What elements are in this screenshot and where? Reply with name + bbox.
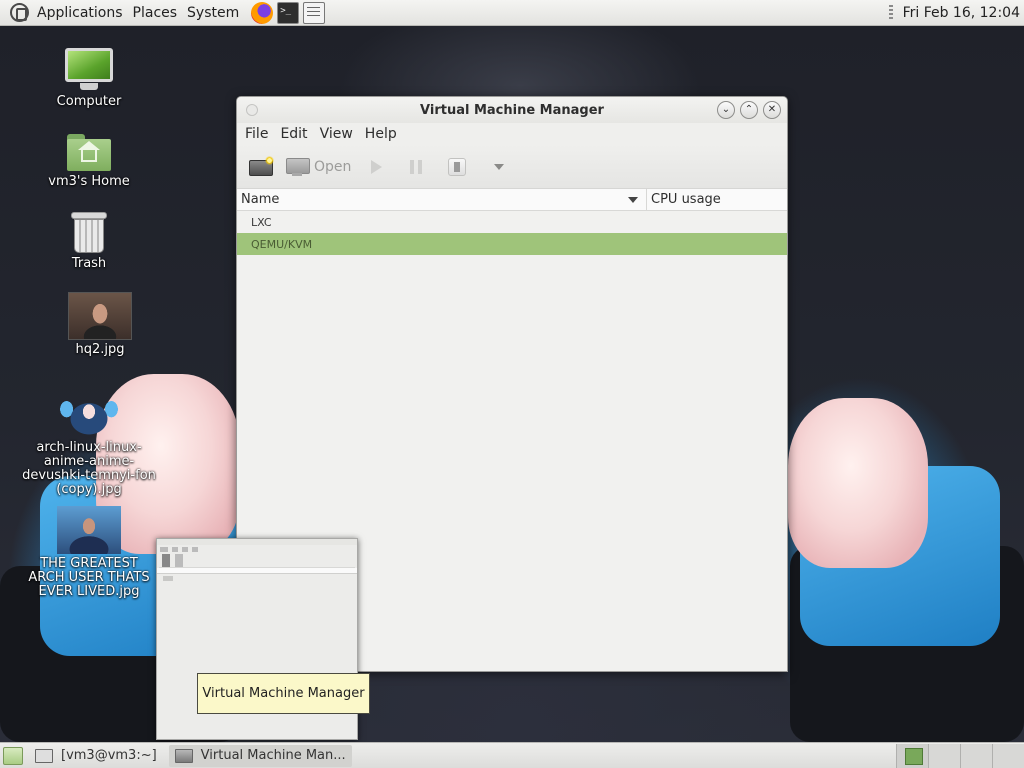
wallpaper-hand-right — [788, 398, 928, 568]
main-menu: Applications Places System — [0, 0, 249, 26]
taskbar-item-terminal[interactable]: [vm3@vm3:~] — [29, 745, 163, 767]
desktop-icon-home[interactable]: vm3's Home — [44, 132, 134, 189]
computer-icon — [65, 48, 113, 92]
places-menu[interactable]: Places — [128, 5, 183, 21]
monitor-icon — [286, 157, 310, 177]
list-item-qemu-kvm[interactable]: QEMU/KVM — [237, 233, 787, 255]
connection-name: QEMU/KVM — [251, 237, 313, 251]
new-vm-icon — [248, 155, 274, 178]
toolbar: Open — [237, 145, 787, 189]
taskbar-tooltip: Virtual Machine Manager — [197, 673, 370, 714]
bottom-panel: [vm3@vm3:~] Virtual Machine Man... — [0, 742, 1024, 768]
pause-icon — [410, 159, 423, 174]
minimize-icon[interactable]: ⌄ — [717, 101, 735, 119]
shutdown-button[interactable] — [439, 152, 475, 182]
terminal-launcher-icon[interactable] — [277, 1, 300, 24]
desktop-icon-anime-wallpaper[interactable]: arch-linux-linux-anime-anime-devushki-te… — [22, 390, 156, 497]
taskbar-item-label: [vm3@vm3:~] — [61, 748, 157, 763]
power-icon — [448, 157, 467, 176]
run-button[interactable] — [360, 152, 393, 182]
menu-help[interactable]: Help — [359, 126, 403, 142]
desktop-icon-label: hq2.jpg — [75, 342, 125, 357]
list-item-lxc[interactable]: LXC — [237, 211, 787, 233]
menubar: File Edit View Help — [237, 123, 787, 145]
distro-logo-icon[interactable] — [10, 3, 29, 22]
close-icon[interactable]: ✕ — [763, 101, 781, 119]
preview-list-header — [157, 568, 357, 574]
column-header-cpu-label: CPU usage — [651, 192, 721, 207]
chevron-down-icon — [494, 163, 505, 170]
top-panel: Applications Places System Fri Feb 16, 1… — [0, 0, 1024, 26]
desktop-icon-label: arch-linux-linux-anime-anime-devushki-te… — [22, 440, 156, 497]
image-thumbnail-icon — [68, 292, 132, 340]
column-header-name-label: Name — [241, 192, 280, 207]
menu-edit[interactable]: Edit — [274, 126, 313, 142]
open-label: Open — [314, 158, 352, 175]
firefox-launcher-icon[interactable] — [251, 1, 274, 24]
panel-separator-icon — [888, 4, 893, 21]
column-header-name[interactable]: Name — [237, 189, 647, 210]
workspace-4[interactable] — [992, 743, 1024, 768]
list-header: Name CPU usage — [237, 189, 787, 211]
image-thumbnail-icon — [57, 390, 121, 438]
play-icon — [371, 159, 383, 174]
connection-name: LXC — [251, 215, 272, 229]
desktop-icon-label: Computer — [56, 94, 122, 109]
pause-button[interactable] — [399, 152, 433, 182]
image-thumbnail-icon — [57, 506, 121, 554]
desktop-icon-label: Trash — [71, 256, 107, 271]
new-vm-button[interactable] — [245, 152, 277, 182]
applications-menu[interactable]: Applications — [32, 5, 128, 21]
workspace-3[interactable] — [960, 743, 992, 768]
taskbar-item-label: Virtual Machine Man... — [200, 748, 346, 763]
preview-list-row — [163, 576, 173, 581]
terminal-icon — [35, 748, 53, 763]
sort-arrow-icon — [628, 196, 638, 203]
show-desktop-icon[interactable] — [3, 746, 23, 765]
system-menu[interactable]: System — [182, 5, 244, 21]
clock[interactable]: Fri Feb 16, 12:04 — [903, 5, 1024, 21]
top-panel-right: Fri Feb 16, 12:04 — [888, 0, 1024, 26]
home-folder-icon — [67, 132, 111, 172]
desktop-icon-label: vm3's Home — [48, 174, 130, 189]
shutdown-menu-button[interactable] — [481, 152, 507, 182]
trash-icon — [71, 210, 107, 254]
desktop-icon-greatest-arch-user[interactable]: THE GREATEST ARCH USER THATS EVER LIVED.… — [22, 506, 156, 599]
taskbar-item-vmm[interactable]: Virtual Machine Man... — [168, 744, 352, 767]
window-title: Virtual Machine Manager — [420, 102, 604, 118]
window-controls: ⌄ ⌃ ✕ — [712, 101, 781, 119]
desktop-icon-hq2[interactable]: hq2.jpg — [60, 292, 140, 357]
workspace-switcher — [896, 743, 1024, 768]
window-menu-icon[interactable] — [246, 104, 258, 116]
workspace-2[interactable] — [928, 743, 960, 768]
vmm-icon — [174, 748, 193, 763]
preview-menubar — [160, 547, 354, 552]
menu-view[interactable]: View — [314, 126, 359, 142]
open-button[interactable]: Open — [283, 152, 354, 182]
menu-file[interactable]: File — [239, 126, 274, 142]
desktop-icon-label: THE GREATEST ARCH USER THATS EVER LIVED.… — [28, 556, 150, 599]
text-editor-launcher-icon[interactable] — [303, 1, 326, 24]
window-titlebar[interactable]: Virtual Machine Manager ⌄ ⌃ ✕ — [237, 97, 787, 123]
desktop-icon-computer[interactable]: Computer — [54, 48, 124, 109]
preview-toolbar — [159, 554, 355, 568]
preview-titlebar — [157, 539, 357, 545]
maximize-icon[interactable]: ⌃ — [740, 101, 758, 119]
desktop-icon-trash[interactable]: Trash — [54, 210, 124, 271]
column-header-cpu[interactable]: CPU usage — [647, 189, 787, 210]
workspace-1[interactable] — [896, 743, 928, 768]
